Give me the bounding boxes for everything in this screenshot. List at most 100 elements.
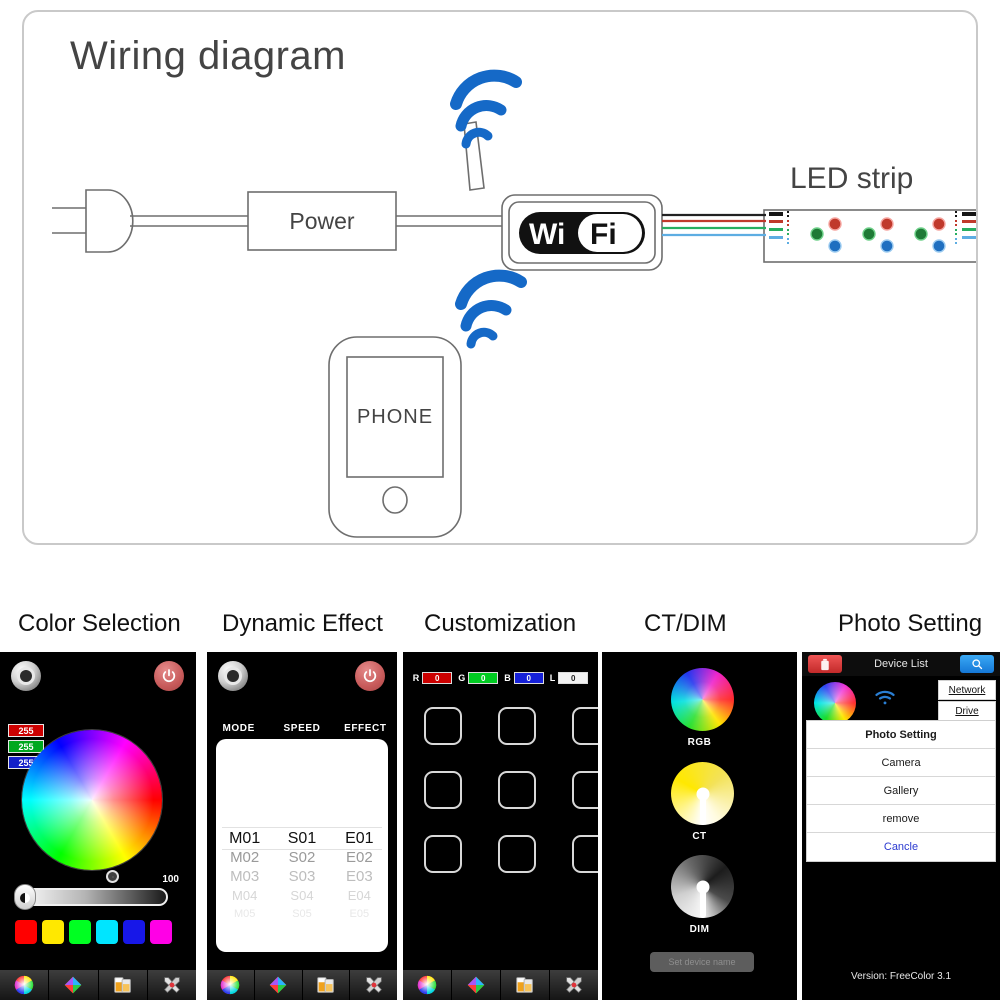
customization-icon bbox=[516, 977, 533, 993]
wiring-diagram-svg: Wi Fi bbox=[52, 69, 976, 538]
effect-item-1[interactable]: E01 bbox=[331, 829, 388, 848]
wifi-signal-waves-phone bbox=[455, 269, 527, 349]
color-wheel-cursor[interactable] bbox=[106, 870, 119, 883]
drive-button[interactable]: Drive bbox=[938, 701, 996, 721]
action-remove[interactable]: remove bbox=[807, 805, 995, 833]
tab-settings-3[interactable] bbox=[550, 970, 598, 1000]
swatch-blue[interactable] bbox=[123, 920, 145, 944]
mode-column[interactable]: M01 M02 M03 M04 M05 bbox=[216, 829, 273, 924]
custom-scene-cell[interactable] bbox=[424, 835, 462, 873]
custom-scene-cell[interactable] bbox=[498, 835, 536, 873]
speed-item-4[interactable]: S04 bbox=[273, 886, 330, 905]
action-camera[interactable]: Camera bbox=[807, 749, 995, 777]
settings-knob-button-2[interactable] bbox=[218, 661, 248, 691]
settings-tools-icon bbox=[365, 977, 382, 993]
tab-dynamic-effect-2[interactable] bbox=[254, 970, 303, 1000]
custom-scene-cell[interactable] bbox=[572, 707, 598, 745]
section-title-dynamic-effect: Dynamic Effect bbox=[222, 610, 383, 637]
effect-column[interactable]: E01 E02 E03 E04 E05 bbox=[331, 829, 388, 924]
mode-item-2[interactable]: M02 bbox=[216, 848, 273, 867]
action-gallery[interactable]: Gallery bbox=[807, 777, 995, 805]
speed-item-1[interactable]: S01 bbox=[273, 829, 330, 848]
ct-dial[interactable] bbox=[671, 762, 734, 825]
header-speed: SPEED bbox=[283, 723, 321, 734]
tab-customization[interactable] bbox=[98, 970, 148, 1000]
section-title-ct-dim: CT/DIM bbox=[644, 610, 727, 637]
app-screen-photo-setting: Device List Network Drive Photo Setting … bbox=[802, 652, 1000, 1000]
phone-screen-label: PHONE bbox=[356, 405, 434, 428]
wifi-logo: Wi Fi bbox=[519, 212, 645, 254]
device-color-thumbnail[interactable] bbox=[814, 682, 856, 724]
power-supply-label: Power bbox=[289, 207, 355, 234]
dim-dial-knob[interactable] bbox=[696, 880, 709, 893]
effect-item-3[interactable]: E03 bbox=[331, 867, 388, 886]
custom-scene-cell[interactable] bbox=[498, 707, 536, 745]
rgb-chip-red: 255 bbox=[8, 724, 44, 737]
dynamic-effect-icon bbox=[467, 976, 485, 994]
mode-item-3[interactable]: M03 bbox=[216, 867, 273, 886]
dynamic-effect-icon bbox=[269, 976, 287, 994]
ct-dial-knob[interactable] bbox=[696, 787, 709, 800]
speed-item-5[interactable]: S05 bbox=[273, 905, 330, 924]
mode-item-1[interactable]: M01 bbox=[216, 829, 273, 848]
custom-scene-cell[interactable] bbox=[498, 771, 536, 809]
effect-item-5[interactable]: E05 bbox=[331, 905, 388, 924]
speed-column[interactable]: S01 S02 S03 S04 S05 bbox=[273, 829, 330, 924]
tab-color-selection-2[interactable] bbox=[207, 970, 255, 1000]
app-screen-color-selection: 255 255 255 100 bbox=[0, 652, 196, 1000]
section-title-customization: Customization bbox=[424, 610, 577, 637]
dim-dial[interactable] bbox=[671, 855, 734, 918]
channel-value-g[interactable]: 0 bbox=[468, 672, 499, 684]
effect-item-2[interactable]: E02 bbox=[331, 848, 388, 867]
customization-icon bbox=[113, 977, 131, 993]
swatch-red[interactable] bbox=[15, 920, 37, 944]
channel-label-r: R bbox=[412, 673, 420, 683]
effect-item-4[interactable]: E04 bbox=[331, 886, 388, 905]
app-screen-ct-dim: RGB CT DIM Set device name bbox=[602, 652, 797, 1000]
tab-color-selection-3[interactable] bbox=[403, 970, 452, 1000]
action-cancel[interactable]: Cancle bbox=[807, 833, 995, 861]
mode-item-4[interactable]: M04 bbox=[216, 886, 273, 905]
power-button[interactable] bbox=[154, 661, 184, 691]
section-title-photo-setting: Photo Setting bbox=[838, 610, 983, 637]
power-button-2[interactable] bbox=[355, 661, 385, 691]
wifi-status-icon bbox=[874, 690, 896, 711]
set-device-name-button[interactable]: Set device name bbox=[650, 952, 754, 972]
channel-value-b[interactable]: 0 bbox=[513, 672, 544, 684]
custom-scene-cell[interactable] bbox=[424, 707, 462, 745]
brightness-slider-thumb[interactable] bbox=[14, 884, 36, 910]
custom-scene-cell[interactable] bbox=[424, 771, 462, 809]
network-button[interactable]: Network bbox=[938, 680, 996, 700]
brightness-slider[interactable] bbox=[16, 888, 168, 906]
speed-item-3[interactable]: S03 bbox=[273, 867, 330, 886]
speed-item-2[interactable]: S02 bbox=[273, 848, 330, 867]
channel-label-l: L bbox=[549, 673, 556, 683]
drive-button-label: Drive bbox=[955, 705, 979, 717]
tab-color-selection[interactable] bbox=[0, 970, 50, 1000]
dynamic-effect-column-headers: MODE SPEED EFFECT bbox=[207, 723, 397, 734]
rgb-dial[interactable] bbox=[671, 668, 734, 731]
custom-scene-cell[interactable] bbox=[572, 835, 598, 873]
tab-customization-2[interactable] bbox=[302, 970, 351, 1000]
svg-text:Fi: Fi bbox=[590, 218, 617, 251]
tab-settings-2[interactable] bbox=[350, 970, 397, 1000]
swatch-green[interactable] bbox=[69, 920, 91, 944]
customization-icon bbox=[317, 977, 334, 993]
bottom-tab-bar-2 bbox=[207, 970, 397, 1000]
settings-knob-button[interactable] bbox=[11, 661, 41, 691]
header-effect: EFFECT bbox=[344, 723, 387, 734]
swatch-magenta[interactable] bbox=[150, 920, 172, 944]
custom-scene-cell[interactable] bbox=[572, 771, 598, 809]
channel-value-l[interactable]: 0 bbox=[558, 672, 589, 684]
channel-value-r[interactable]: 0 bbox=[422, 672, 453, 684]
color-wheel-picker[interactable] bbox=[22, 730, 162, 883]
tab-settings[interactable] bbox=[147, 970, 196, 1000]
swatch-yellow[interactable] bbox=[42, 920, 64, 944]
tab-dynamic-effect-3[interactable] bbox=[452, 970, 501, 1000]
tab-customization-3[interactable] bbox=[501, 970, 550, 1000]
tab-dynamic-effect[interactable] bbox=[49, 970, 99, 1000]
swatch-cyan[interactable] bbox=[96, 920, 118, 944]
search-device-button[interactable] bbox=[960, 655, 994, 673]
mode-item-5[interactable]: M05 bbox=[216, 905, 273, 924]
dynamic-effect-picker-card[interactable]: M01 M02 M03 M04 M05 S01 S02 S03 S04 S05 … bbox=[216, 739, 388, 952]
